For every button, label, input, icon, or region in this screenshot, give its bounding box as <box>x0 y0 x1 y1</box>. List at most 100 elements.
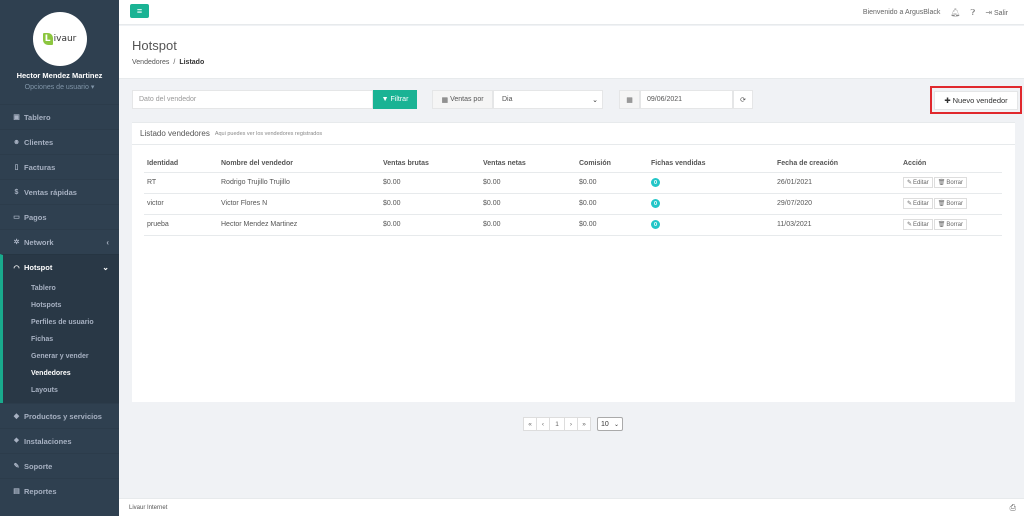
refresh-button[interactable]: ⟳ <box>733 90 753 109</box>
col-fecha[interactable]: Fecha de creación <box>774 155 900 173</box>
help-icon[interactable]: ❓︎ <box>971 8 976 18</box>
cell-comision: $0.00 <box>576 172 648 194</box>
date-input[interactable]: 09/06/2021 <box>640 90 733 109</box>
ventas-por-addon: ▦ Ventas por <box>432 90 493 109</box>
sidebar-item-label: Facturas <box>24 162 56 172</box>
logout-link[interactable]: ⇥ Salir <box>985 8 1008 17</box>
cell-fichas: 0 <box>648 172 774 194</box>
edit-button[interactable]: ✎ Editar <box>903 219 933 230</box>
sidebar-item-pagos[interactable]: ▭ Pagos <box>0 204 119 229</box>
edit-button[interactable]: ✎ Editar <box>903 177 933 188</box>
filter-button-label: Filtrar <box>390 96 409 103</box>
calendar-icon: ▦ <box>619 90 640 109</box>
submenu-item-layouts[interactable]: Layouts <box>3 382 119 399</box>
col-accion: Acción <box>900 155 1002 173</box>
sidebar-item-reportes[interactable]: ▤ Reportes <box>0 478 119 503</box>
filter-button[interactable]: ▼ Filtrar <box>373 90 417 109</box>
col-nombre[interactable]: Nombre del vendedor <box>218 155 380 173</box>
logo-word: ivaur <box>53 34 77 44</box>
panel-subtitle: Aqui puedes ver los vendedores registrad… <box>214 130 323 137</box>
delete-button[interactable]: 🗑︎ Borrar <box>933 177 968 188</box>
sidebar-item-clientes[interactable]: ☻ Clientes <box>0 129 119 154</box>
submenu-item-tablero[interactable]: Tablero <box>3 280 119 297</box>
cell-identidad: victor <box>144 193 218 215</box>
bell-icon[interactable]: 🔔︎ <box>950 8 960 17</box>
col-identidad[interactable]: Identidad <box>144 155 218 173</box>
sidebar-item-instalaciones[interactable]: ⬥ Instalaciones <box>0 428 119 453</box>
chevron-down-icon: ⌄ <box>102 263 109 272</box>
page-size-value: 10 <box>601 420 609 428</box>
menu-toggle-button[interactable]: ≡ <box>130 4 149 18</box>
cell-fichas: 0 <box>648 214 774 236</box>
sidebar-item-ventas-rapidas[interactable]: $ Ventas rápidas <box>0 179 119 204</box>
sidebar-item-network[interactable]: ✲ Network ‹ <box>0 229 119 254</box>
page-prev-button[interactable]: ‹ <box>536 417 550 431</box>
delete-label: Borrar <box>946 179 964 186</box>
cell-ventas-netas: $0.00 <box>480 214 576 236</box>
sidebar-item-label: Soporte <box>24 461 53 471</box>
sellers-panel: Listado vendedores Aqui puedes ver los v… <box>132 122 1015 402</box>
page-last-button[interactable]: » <box>577 417 591 431</box>
delete-label: Borrar <box>946 221 964 228</box>
ventas-por-label: Ventas por <box>450 96 484 103</box>
new-seller-label: Nuevo vendedor <box>952 95 1008 105</box>
search-input[interactable]: Dato del vendedor <box>132 90 373 109</box>
breadcrumb-parent[interactable]: Vendedores <box>132 59 169 66</box>
table-row: victor Victor Flores N $0.00 $0.00 $0.00… <box>144 193 1002 215</box>
edit-label: Editar <box>913 179 929 186</box>
table-header-row: Identidad Nombre del vendedor Ventas bru… <box>144 155 1002 173</box>
edit-label: Editar <box>913 200 929 207</box>
footer-text: Livaur Internet <box>129 505 168 511</box>
profile: Livaur Hector Mendez Martinez Opciones d… <box>0 0 119 104</box>
caret-down-icon: ⌄ <box>592 96 598 104</box>
page-size-select[interactable]: 10 ⌄ <box>597 417 623 431</box>
breadcrumb-current: Listado <box>179 59 205 66</box>
submenu-item-hotspots[interactable]: Hotspots <box>3 297 119 314</box>
page-number-button[interactable]: 1 <box>549 417 565 431</box>
submenu-item-generar[interactable]: Generar y vender <box>3 348 119 365</box>
submenu-item-vendedores[interactable]: Vendedores <box>3 365 119 382</box>
logo-mark: L <box>42 33 53 45</box>
panel-title: Listado vendedores <box>140 129 210 138</box>
edit-button[interactable]: ✎ Editar <box>903 198 933 209</box>
sidebar-item-soporte[interactable]: ✎ Soporte <box>0 453 119 478</box>
col-comision[interactable]: Comisión <box>576 155 648 173</box>
delete-button[interactable]: 🗑︎ Borrar <box>933 219 968 230</box>
sidebar-item-productos[interactable]: ◆ Productos y servicios <box>0 403 119 428</box>
col-ventas-brutas[interactable]: Ventas brutas <box>380 155 480 173</box>
cell-nombre: Rodrigo Trujillo Trujillo <box>218 172 380 194</box>
logo[interactable]: Livaur <box>32 12 87 66</box>
filter-icon: ▼ <box>381 96 389 103</box>
money-icon: ▭ <box>13 214 20 221</box>
cell-fecha: 29/07/2020 <box>774 193 900 215</box>
sidebar-item-label: Clientes <box>24 137 54 147</box>
col-ventas-netas[interactable]: Ventas netas <box>480 155 576 173</box>
edit-icon: ✎ <box>907 201 913 207</box>
user-options-dropdown[interactable]: Opciones de usuario ▾ <box>0 83 119 91</box>
page-first-button[interactable]: « <box>523 417 537 431</box>
cell-accion: ✎ Editar 🗑︎ Borrar <box>900 193 1002 215</box>
page-next-button[interactable]: › <box>564 417 578 431</box>
page-heading: Hotspot Vendedores / Listado <box>119 26 1024 79</box>
col-fichas[interactable]: Fichas vendidas <box>648 155 774 173</box>
new-seller-button[interactable]: ✚ Nuevo vendedor <box>934 90 1018 110</box>
submenu-item-perfiles[interactable]: Perfiles de usuario <box>3 314 119 331</box>
cell-nombre: Victor Flores N <box>218 193 380 215</box>
trash-icon: 🗑︎ <box>937 222 946 228</box>
sidebar-item-tablero[interactable]: ▣ Tablero <box>0 104 119 129</box>
hamburger-icon: ≡ <box>136 6 143 16</box>
sign-out-icon: ⇥ <box>985 8 993 17</box>
sidebar-item-facturas[interactable]: ▯ Facturas <box>0 154 119 179</box>
printer-icon[interactable]: ⎙ <box>1010 503 1016 513</box>
sidebar-item-label: Pagos <box>24 212 47 222</box>
period-select[interactable]: Dia ⌄ <box>493 90 603 109</box>
delete-button[interactable]: 🗑︎ Borrar <box>933 198 968 209</box>
sidebar-item-label: Productos y servicios <box>24 411 102 421</box>
user-options-label: Opciones de usuario <box>24 84 89 91</box>
fichas-badge: 0 <box>651 199 660 208</box>
cell-fecha: 26/01/2021 <box>774 172 900 194</box>
sidebar-item-hotspot[interactable]: ◠ Hotspot ⌄ <box>0 254 119 280</box>
submenu-item-fichas[interactable]: Fichas <box>3 331 119 348</box>
cell-accion: ✎ Editar 🗑︎ Borrar <box>900 214 1002 236</box>
edit-label: Editar <box>913 221 929 228</box>
